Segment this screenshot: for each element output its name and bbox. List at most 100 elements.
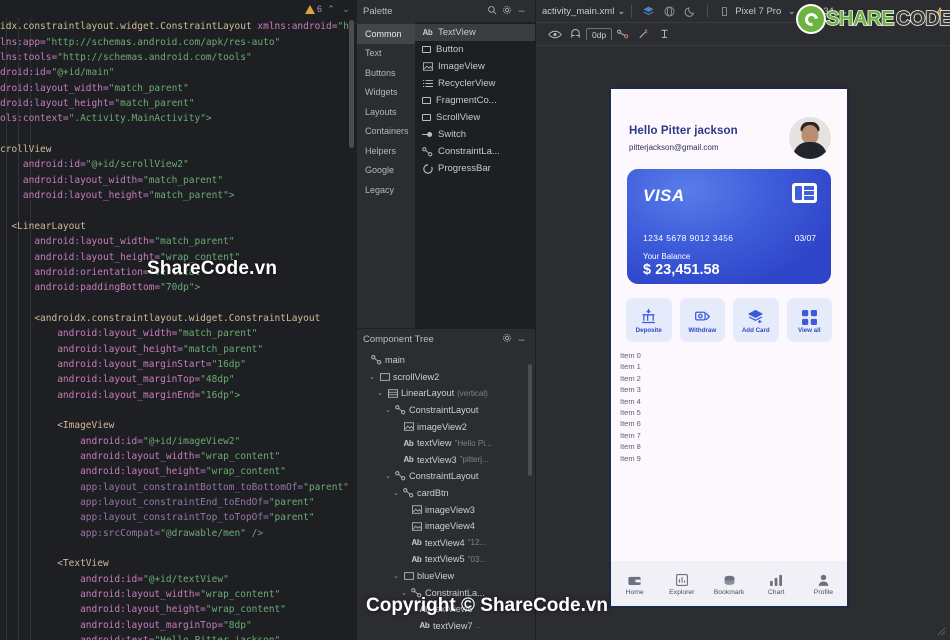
bottom-nav-home[interactable]: Home — [611, 572, 658, 596]
palette-category-text[interactable]: Text — [357, 44, 415, 64]
layers-icon[interactable] — [638, 3, 659, 20]
expand-chevron-icon[interactable]: ⌄ — [392, 572, 400, 580]
code-line: crollView — [0, 144, 52, 156]
palette-category-buttons[interactable]: Buttons — [357, 63, 415, 83]
default-margin-value[interactable]: 0dp — [586, 28, 613, 40]
constraint-layout-icon — [371, 355, 382, 366]
palette-item-scrollview[interactable]: ScrollView — [415, 109, 535, 126]
eye-icon[interactable] — [544, 26, 565, 43]
palette-category-layouts[interactable]: Layouts — [357, 102, 415, 122]
image-icon — [422, 61, 433, 72]
status-badge[interactable]: 6 — [304, 4, 322, 14]
code-line: lns:app="http://schemas.android.com/apk/… — [0, 36, 281, 48]
tree-node-textview[interactable]: Ab textView "Hello Pi... — [357, 435, 535, 452]
palette-category-common[interactable]: Common — [357, 24, 415, 44]
magnet-icon[interactable] — [565, 26, 586, 43]
expand-chevron-icon[interactable]: ⌄ — [384, 406, 392, 414]
palette-category-containers[interactable]: Containers — [357, 122, 415, 142]
code-line: android:id="@+id/imageView2" — [0, 435, 241, 447]
palette-item-fragmentco[interactable]: FragmentCo... — [415, 92, 535, 109]
moon-icon[interactable] — [680, 3, 701, 20]
wand-icon[interactable] — [633, 26, 654, 43]
chevron-down-icon[interactable]: ⌄ — [617, 6, 625, 17]
palette-category-list[interactable]: Common Text Buttons Widgets Layouts Container… — [357, 22, 415, 328]
minimize-icon[interactable]: – — [514, 5, 529, 17]
constraints-icon[interactable] — [612, 26, 633, 43]
prev-problem-icon[interactable]: ⌃ — [325, 4, 337, 15]
palette-category-legacy[interactable]: Legacy — [357, 180, 415, 200]
list-item: Item 8 — [620, 442, 641, 452]
tree-node-constraintlayout[interactable]: ⌄ ConstraintLayout — [357, 468, 535, 485]
quick-action-add-card[interactable]: Add Card — [733, 298, 779, 342]
tree-node-textview7[interactable]: Ab textView7.. — [357, 618, 535, 635]
device-name-label[interactable]: Pixel 7 Pro — [735, 6, 781, 17]
palette-item-imageview[interactable]: ImageView — [415, 58, 535, 75]
expand-chevron-icon[interactable]: ⌄ — [392, 489, 400, 497]
search-icon[interactable] — [484, 5, 499, 18]
tree-node-blueview[interactable]: ⌄ blueView — [357, 568, 535, 585]
palette-category-widgets[interactable]: Widgets — [357, 83, 415, 103]
bottom-navigation-bar[interactable]: Home Explorer Bookmark Chart Profile — [611, 561, 847, 606]
palette-item-progressbar[interactable]: ProgressBar — [415, 160, 535, 177]
tree-node-textview5[interactable]: Ab textView5 "03... — [357, 551, 535, 568]
constraint-layout-icon — [395, 405, 406, 416]
quick-action-deposite[interactable]: Deposite — [626, 298, 672, 342]
warning-icon — [304, 4, 315, 14]
editor-inspection-bar[interactable]: 6 ⌃ ⌄ — [0, 0, 356, 18]
quick-action-withdraw[interactable]: Withdraw — [679, 298, 725, 342]
editor-scrollbar[interactable] — [349, 20, 354, 148]
bottom-nav-profile[interactable]: Profile — [800, 572, 847, 596]
bottom-nav-bookmark[interactable]: Bookmark — [705, 572, 752, 596]
tree-node-main[interactable]: main — [357, 352, 535, 369]
baseline-icon[interactable] — [654, 26, 675, 43]
device-preview[interactable]: Hello Pitter jackson pitterjackson@gmail… — [609, 87, 849, 608]
palette-item-constraintla[interactable]: ConstraintLa... — [415, 143, 535, 160]
minimize-icon[interactable]: – — [514, 334, 529, 346]
palette-item-recyclerview[interactable]: RecyclerView — [415, 75, 535, 92]
tree-node-constraintlayout[interactable]: ⌄ ConstraintLayout — [357, 402, 535, 419]
text-icon: Ab — [411, 554, 422, 564]
gear-icon[interactable] — [499, 333, 514, 346]
gear-icon[interactable] — [499, 5, 514, 18]
list-item: Item 9 — [620, 453, 641, 463]
tree-node-scrollview2[interactable]: ⌄ scrollView2 — [357, 369, 535, 386]
tree-node-label: textView5 — [425, 554, 465, 565]
xml-code-editor[interactable]: 6 ⌃ ⌄ version="1.0" encoding="utf-8"?>id… — [0, 0, 356, 640]
component-tree-scrollbar[interactable] — [528, 364, 532, 476]
next-problem-icon[interactable]: ⌄ — [340, 4, 352, 15]
expand-chevron-icon[interactable]: ⌄ — [368, 373, 376, 381]
tree-node-textview4[interactable]: Ab textView4 "12... — [357, 535, 535, 552]
tree-node-imageview3[interactable]: imageView3 — [357, 501, 535, 518]
palette-component-list[interactable]: Ab TextView Button ImageView RecyclerView Fra… — [415, 22, 535, 328]
file-tab-activity-main[interactable]: activity_main.xml ⌄ — [542, 6, 625, 17]
palette-category-google[interactable]: Google — [357, 161, 415, 181]
tree-node-cardbtn[interactable]: ⌄ cardBtn — [357, 485, 535, 502]
code-line: lns:tools="http://schemas.android.com/to… — [0, 52, 252, 64]
progress-icon — [422, 163, 433, 174]
tree-node-imageview4[interactable]: imageView4 — [357, 518, 535, 535]
tree-node-linearlayout[interactable]: ⌄ LinearLayout (vertical) — [357, 385, 535, 402]
quick-action-view-all[interactable]: View all — [786, 298, 832, 342]
bottom-nav-chart[interactable]: Chart — [753, 572, 800, 596]
tree-node-imageview2[interactable]: imageView2 — [357, 418, 535, 435]
person-icon — [818, 572, 829, 586]
palette-item-switch[interactable]: Switch — [415, 126, 535, 143]
palette-item-button[interactable]: Button — [415, 41, 535, 58]
rectangle-icon — [422, 97, 431, 104]
expand-chevron-icon[interactable]: ⌄ — [376, 389, 384, 397]
credit-card[interactable]: VISA 1234 5678 9012 3456 03/07 Your Bala… — [627, 169, 831, 284]
quick-action-row: Deposite Withdraw Add Card View all — [626, 298, 832, 342]
expand-chevron-icon[interactable]: ⌄ — [384, 472, 392, 480]
tree-node-label: ConstraintLayout — [409, 405, 479, 416]
palette-item-textview[interactable]: Ab TextView — [415, 24, 535, 41]
editor-code-text[interactable]: version="1.0" encoding="utf-8"?>idx.cons… — [0, 0, 356, 640]
card-brand-label: VISA — [643, 186, 685, 205]
bottom-nav-explorer[interactable]: Explorer — [658, 572, 705, 596]
list-item: Item 3 — [620, 385, 641, 395]
resize-grip[interactable] — [937, 627, 946, 636]
palette-category-helpers[interactable]: Helpers — [357, 141, 415, 161]
blueprint-icon[interactable] — [659, 3, 680, 20]
code-line: android:layout_width="wrap_content" — [0, 450, 281, 462]
tree-node-textview3[interactable]: Ab textView3 "pitterj... — [357, 452, 535, 469]
